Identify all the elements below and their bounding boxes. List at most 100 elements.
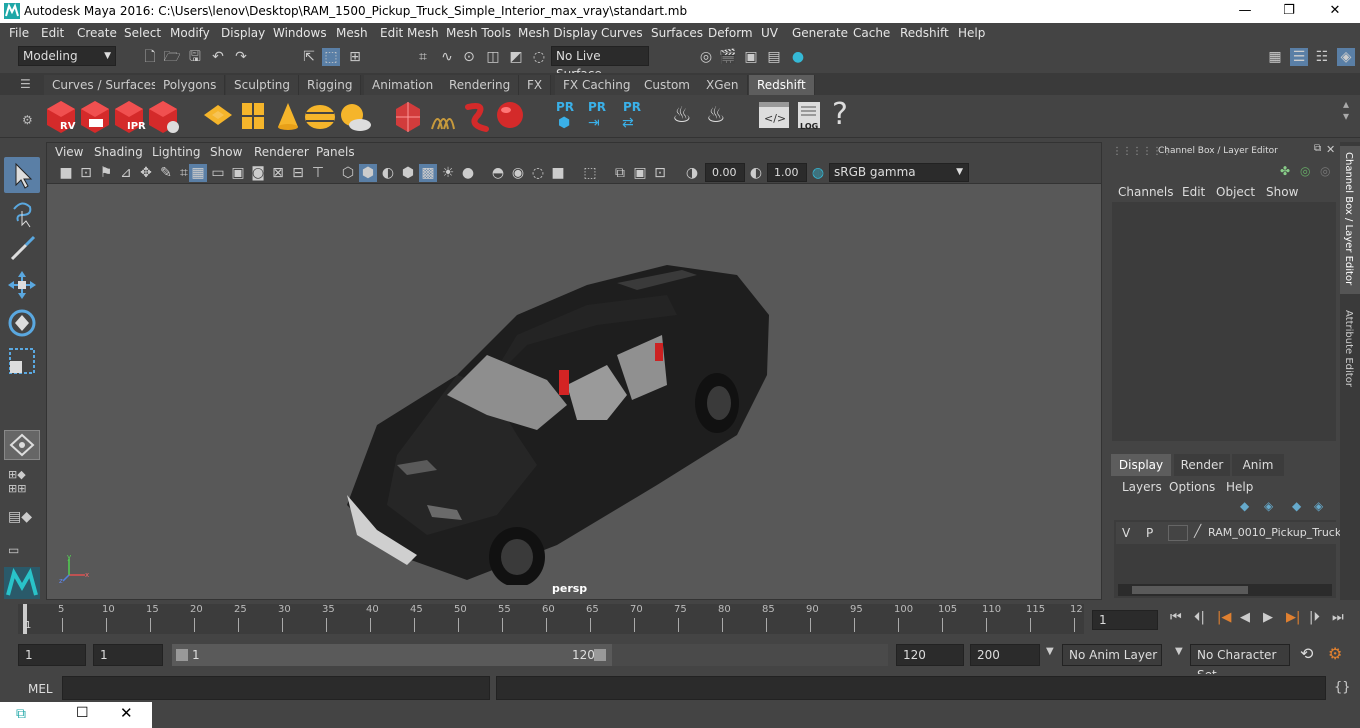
- command-input[interactable]: [62, 676, 490, 700]
- new-layer-icon[interactable]: ◆: [1240, 499, 1249, 513]
- motion-blur-icon[interactable]: ◓: [489, 164, 507, 182]
- step-back-icon[interactable]: ⏴|: [1194, 610, 1205, 625]
- render-settings-icon[interactable]: ◎: [697, 48, 715, 66]
- xray-icon[interactable]: ⬚: [581, 164, 599, 182]
- scale-tool-icon[interactable]: [6, 345, 38, 377]
- layer-tab-anim[interactable]: Anim: [1232, 454, 1284, 476]
- cb-menu-object[interactable]: Object: [1216, 185, 1255, 199]
- channel-list-area[interactable]: [1112, 202, 1336, 441]
- render-frame-icon[interactable]: 🎬: [719, 48, 737, 66]
- backface-icon[interactable]: ⊡: [651, 164, 669, 182]
- textured-icon[interactable]: ⬢: [399, 164, 417, 182]
- wireframe-on-shaded-icon[interactable]: ◐: [379, 164, 397, 182]
- tab-polygons[interactable]: Polygons: [155, 75, 226, 95]
- channel-toggle-icon-3[interactable]: ◎: [1320, 164, 1330, 178]
- proxy-swap-icon[interactable]: ⇄: [622, 115, 634, 131]
- pr-label-2[interactable]: PR: [588, 100, 606, 114]
- layer-menu-options[interactable]: Options: [1169, 480, 1215, 494]
- step-forward-key-icon[interactable]: ▶|: [1286, 610, 1300, 625]
- move-tool-icon[interactable]: [6, 269, 38, 301]
- layout-toggle-icon[interactable]: ▭: [8, 543, 19, 557]
- select-component-icon[interactable]: ⊞: [346, 48, 364, 66]
- layer-playback-toggle[interactable]: P: [1146, 526, 1153, 540]
- tab-animation[interactable]: Animation: [364, 75, 443, 95]
- safe-title-icon[interactable]: ⊤: [309, 164, 327, 182]
- xray-components-icon[interactable]: ▣: [631, 164, 649, 182]
- taskbar-maximize-icon[interactable]: ☐: [76, 705, 89, 721]
- vp-menu-lighting[interactable]: Lighting: [152, 145, 201, 159]
- menu-file[interactable]: File: [9, 26, 29, 40]
- range-bar[interactable]: 1 120: [172, 644, 612, 666]
- material-plate-icon[interactable]: ♨: [706, 103, 726, 128]
- vp-menu-panels[interactable]: Panels: [316, 145, 355, 159]
- menu-help[interactable]: Help: [958, 26, 985, 40]
- rotate-tool-icon[interactable]: [6, 307, 38, 339]
- layer-tab-render[interactable]: Render: [1174, 454, 1230, 476]
- cb-menu-channels[interactable]: Channels: [1118, 185, 1174, 199]
- cb-menu-show[interactable]: Show: [1266, 185, 1298, 199]
- use-all-lights-icon[interactable]: ▩: [419, 164, 437, 182]
- menu-cache[interactable]: Cache: [853, 26, 890, 40]
- snap-curve-icon[interactable]: ∿: [438, 48, 456, 66]
- menu-mesh[interactable]: Mesh: [336, 26, 368, 40]
- go-to-end-icon[interactable]: ⏭: [1332, 610, 1344, 625]
- menu-redshift[interactable]: Redshift: [900, 26, 949, 40]
- menu-edit[interactable]: Edit: [41, 26, 64, 40]
- safe-action-icon[interactable]: ⊟: [289, 164, 307, 182]
- character-set-field[interactable]: No Character Set: [1190, 644, 1290, 682]
- move-layer-down-icon[interactable]: ◈: [1314, 499, 1323, 513]
- grease-pencil-icon[interactable]: ✎: [157, 164, 175, 182]
- close-panel-icon[interactable]: ✕: [1326, 143, 1335, 156]
- move-layer-up-icon[interactable]: ◆: [1292, 499, 1301, 513]
- colorspace-dropdown[interactable]: sRGB gamma ▼: [829, 163, 969, 182]
- step-forward-icon[interactable]: |⏵: [1309, 610, 1320, 625]
- layer-color-swatch[interactable]: [1168, 525, 1188, 541]
- minimize-button[interactable]: —: [1222, 0, 1268, 23]
- pr-label-3[interactable]: PR: [623, 100, 641, 114]
- camera-select-icon[interactable]: ■: [57, 164, 75, 182]
- gate-mask-icon[interactable]: ◙: [249, 164, 267, 182]
- exposure-field[interactable]: 0.00: [705, 163, 745, 182]
- camera-attributes-icon[interactable]: ⊡: [77, 164, 95, 182]
- menu-curves[interactable]: Curves: [601, 26, 643, 40]
- resolution-gate-icon[interactable]: ▣: [229, 164, 247, 182]
- tab-xgen[interactable]: XGen: [698, 75, 748, 95]
- hypershade-icon[interactable]: ●: [789, 48, 807, 66]
- new-scene-icon[interactable]: 🗋: [141, 48, 159, 66]
- ipr-render-icon[interactable]: ▣: [742, 48, 760, 66]
- select-hierarchy-icon[interactable]: ⇱: [300, 48, 318, 66]
- color-management-icon[interactable]: ◍: [809, 164, 827, 182]
- float-panel-icon[interactable]: ⧉: [1314, 143, 1321, 154]
- isolate-select-icon[interactable]: ■: [549, 164, 567, 182]
- two-d-pan-icon[interactable]: ✥: [137, 164, 155, 182]
- end-time-field[interactable]: 200: [970, 644, 1040, 666]
- menu-select[interactable]: Select: [124, 26, 161, 40]
- single-perspective-layout-button[interactable]: [4, 430, 40, 460]
- preferences-icon[interactable]: ⚙: [1328, 644, 1342, 663]
- menu-edit-mesh[interactable]: Edit Mesh: [380, 26, 439, 40]
- layer-menu-layers[interactable]: Layers: [1122, 480, 1162, 494]
- redshift-light-buttons[interactable]: [202, 99, 372, 135]
- outliner-layout-icon[interactable]: ▤◆: [8, 509, 32, 525]
- proxy-import-icon[interactable]: ⇥: [588, 115, 600, 131]
- maximize-button[interactable]: ❐: [1266, 0, 1312, 23]
- menu-deform[interactable]: Deform: [708, 26, 753, 40]
- vp-menu-shading[interactable]: Shading: [94, 145, 143, 159]
- snap-view-icon[interactable]: ◫: [484, 48, 502, 66]
- play-forward-icon[interactable]: ▶: [1263, 610, 1273, 625]
- auto-key-icon[interactable]: ⟲: [1300, 644, 1313, 663]
- new-layer-selected-icon[interactable]: ◈: [1264, 499, 1273, 513]
- range-end-handle[interactable]: [594, 649, 606, 661]
- depth-of-field-icon[interactable]: ◌: [529, 164, 547, 182]
- material-bowl-icon[interactable]: ♨: [672, 103, 692, 128]
- menu-mesh-display[interactable]: Mesh Display: [518, 26, 598, 40]
- snap-surface-icon[interactable]: ◩: [507, 48, 525, 66]
- redo-icon[interactable]: ↷: [232, 48, 250, 66]
- smooth-shade-icon[interactable]: ⬢: [359, 164, 377, 182]
- menu-display[interactable]: Display: [221, 26, 265, 40]
- anim-layer-field[interactable]: No Anim Layer: [1062, 644, 1162, 666]
- tab-sculpting[interactable]: Sculpting: [226, 75, 300, 95]
- layer-visibility-toggle[interactable]: V: [1122, 526, 1130, 540]
- redshift-proxy-buttons[interactable]: [394, 99, 534, 135]
- layer-row[interactable]: V P ╱ RAM_0010_Pickup_Truck: [1116, 522, 1341, 544]
